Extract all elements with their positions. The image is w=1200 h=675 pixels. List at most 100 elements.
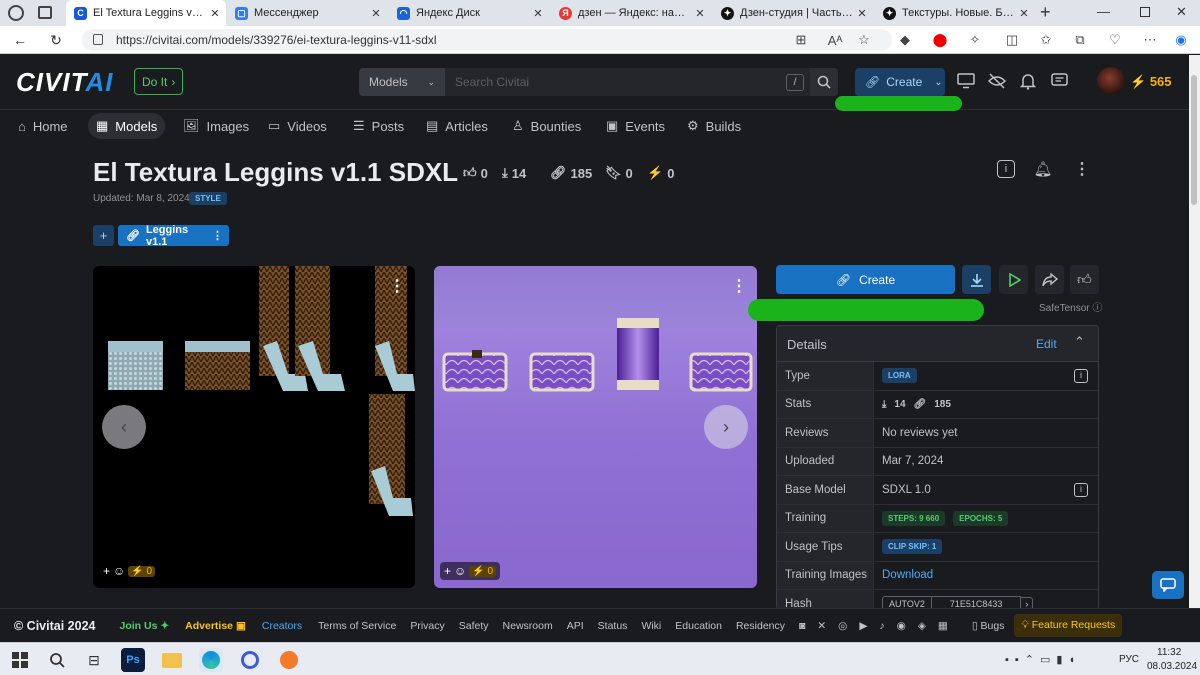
- extension-icon[interactable]: ◆: [895, 30, 915, 50]
- search-type-select[interactable]: Models ⌄: [359, 68, 445, 96]
- tab-actions-icon[interactable]: [38, 6, 52, 19]
- join-us-link[interactable]: Join Us ✦: [119, 620, 169, 632]
- more-vertical-icon[interactable]: ⋮: [212, 229, 223, 242]
- favorite-star-icon[interactable]: ☆: [854, 30, 874, 50]
- windows-start-icon[interactable]: [8, 648, 32, 672]
- close-tab-icon[interactable]: ✕: [693, 7, 707, 20]
- nav-item-posts[interactable]: ☰ Posts: [345, 113, 412, 139]
- feature-requests-button[interactable]: 💡︎ Feature Requests: [1014, 614, 1123, 637]
- performance-icon[interactable]: ♡: [1105, 30, 1125, 50]
- github-icon[interactable]: ◈: [918, 620, 926, 632]
- carousel-next-button[interactable]: ›: [704, 405, 748, 449]
- apps-icon[interactable]: ⊞: [791, 30, 811, 50]
- like-button[interactable]: 👍︎: [1070, 265, 1099, 294]
- details-header[interactable]: Details Edit ⌃: [777, 326, 1098, 362]
- close-tab-icon[interactable]: ✕: [531, 7, 545, 20]
- close-tab-icon[interactable]: ✕: [208, 7, 222, 20]
- read-aloud-icon[interactable]: Aᴬ: [825, 30, 845, 50]
- new-tab-icon[interactable]: +: [1040, 2, 1051, 23]
- add-version-button[interactable]: +: [93, 225, 114, 246]
- photoshop-icon[interactable]: Ps: [121, 648, 145, 672]
- buzz-balance[interactable]: ⚡ 565: [1130, 74, 1172, 90]
- eye-off-icon[interactable]: [986, 70, 1008, 92]
- footer-link-status[interactable]: Status: [598, 620, 628, 632]
- more-vertical-icon[interactable]: ⋮: [731, 276, 747, 296]
- nav-item-articles[interactable]: ▤ Articles: [418, 113, 496, 139]
- browser-tab[interactable]: ◠ Яндекс Диск ✕: [389, 0, 549, 26]
- footer-link-terms[interactable]: Terms of Service: [318, 620, 396, 632]
- smile-icon[interactable]: ☺: [454, 564, 466, 578]
- gallery-image-1[interactable]: ⋮ ‹ + ☺ ⚡ 0: [93, 266, 415, 588]
- smile-icon[interactable]: ☺: [113, 564, 125, 578]
- style-badge[interactable]: STYLE: [189, 192, 227, 205]
- blender-icon[interactable]: [277, 648, 301, 672]
- window-close-icon[interactable]: ✕: [1176, 4, 1187, 20]
- minimize-icon[interactable]: —: [1097, 4, 1110, 19]
- footer-link-residency[interactable]: Residency: [736, 620, 785, 632]
- nav-item-home[interactable]: ⌂ Home: [10, 113, 76, 139]
- nav-item-images[interactable]: 🖼︎ Images: [175, 113, 257, 139]
- favorites-icon[interactable]: ✩: [1036, 30, 1056, 50]
- image-buzz-badge[interactable]: ⚡ 0: [469, 565, 497, 577]
- edit-link[interactable]: Edit: [1036, 337, 1057, 351]
- download-button[interactable]: [962, 265, 991, 294]
- task-view-icon[interactable]: ⊟: [82, 648, 106, 672]
- gallery-image-2[interactable]: ⋮ › + ☺ ⚡ 0: [434, 266, 757, 588]
- x-icon[interactable]: ✕: [817, 620, 826, 632]
- browser-tab[interactable]: ✦ Текстуры. Новые. Быстры ✕: [875, 0, 1035, 26]
- support-chat-button[interactable]: [1152, 571, 1184, 599]
- nav-item-builds[interactable]: ⚙ Builds: [679, 113, 749, 139]
- refresh-icon[interactable]: ↻: [46, 30, 66, 50]
- bell-plus-icon[interactable]: 🔔︎: [1032, 158, 1054, 180]
- download-link[interactable]: Download: [882, 569, 933, 581]
- language-indicator[interactable]: РУС: [1119, 654, 1139, 665]
- twitch-icon[interactable]: ▦: [938, 620, 948, 632]
- clock-time[interactable]: 11:32: [1157, 647, 1181, 658]
- collections-icon[interactable]: ⧉: [1070, 30, 1090, 50]
- more-vertical-icon[interactable]: ⋮: [1071, 158, 1093, 180]
- split-screen-icon[interactable]: ◫: [1002, 30, 1022, 50]
- close-tab-icon[interactable]: ✕: [855, 7, 869, 20]
- footer-link-education[interactable]: Education: [675, 620, 722, 632]
- add-reaction-icon[interactable]: +: [444, 564, 451, 578]
- search-icon[interactable]: [45, 648, 69, 672]
- footer-link-api[interactable]: API: [567, 620, 584, 632]
- doit-button[interactable]: Do It ›: [134, 68, 184, 95]
- footer-link-newsroom[interactable]: Newsroom: [503, 620, 553, 632]
- close-tab-icon[interactable]: ✕: [369, 7, 383, 20]
- footer-link-safety[interactable]: Safety: [459, 620, 489, 632]
- info-icon[interactable]: i: [1074, 483, 1088, 497]
- tray-icons[interactable]: ▪▪⌃▭▮◖: [1005, 653, 1081, 666]
- tiktok-icon[interactable]: ♪: [879, 620, 884, 632]
- more-vertical-icon[interactable]: ⋮: [389, 276, 405, 296]
- chat-icon[interactable]: [1048, 70, 1070, 92]
- maximize-icon[interactable]: [1140, 7, 1150, 17]
- scrollbar-thumb[interactable]: [1191, 75, 1197, 205]
- image-buzz-badge[interactable]: ⚡ 0: [128, 565, 156, 577]
- browser-tab[interactable]: ▢ Мессенджер ✕: [227, 0, 387, 26]
- user-avatar[interactable]: [1097, 67, 1125, 95]
- nav-item-videos[interactable]: ▭ Videos: [260, 113, 335, 139]
- footer-link-wiki[interactable]: Wiki: [641, 620, 661, 632]
- browser-tab-active[interactable]: C El Textura Leggins v1.1 SD) ✕: [66, 0, 226, 26]
- browser-profile-icon[interactable]: [8, 5, 24, 21]
- advertise-link[interactable]: Advertise ▣: [185, 620, 246, 632]
- settings-more-icon[interactable]: ⋯: [1140, 30, 1160, 50]
- discord-icon[interactable]: ◙: [799, 620, 805, 632]
- carousel-prev-button[interactable]: ‹: [102, 405, 146, 449]
- close-tab-icon[interactable]: ✕: [1017, 7, 1031, 20]
- creators-link[interactable]: Creators: [262, 620, 302, 632]
- puzzle-icon[interactable]: ✧: [965, 30, 985, 50]
- app-c-icon[interactable]: [238, 648, 262, 672]
- browser-tab[interactable]: ✦ Дзен-студия | Часть 2: Те ✕: [713, 0, 873, 26]
- run-button[interactable]: [999, 265, 1028, 294]
- copilot-icon[interactable]: ◉: [1171, 30, 1191, 50]
- nav-item-events[interactable]: ▣ Events: [598, 113, 673, 139]
- add-reaction-icon[interactable]: +: [103, 564, 110, 578]
- opera-icon[interactable]: ⬤: [930, 30, 950, 50]
- info-icon[interactable]: i: [1074, 369, 1088, 383]
- share-button[interactable]: [1035, 265, 1064, 294]
- version-tab[interactable]: 🔗︎ Leggins v1.1 ⋮: [118, 224, 229, 248]
- create-button[interactable]: 🔗︎ Create: [776, 265, 955, 294]
- instagram-icon[interactable]: ◎: [838, 620, 847, 632]
